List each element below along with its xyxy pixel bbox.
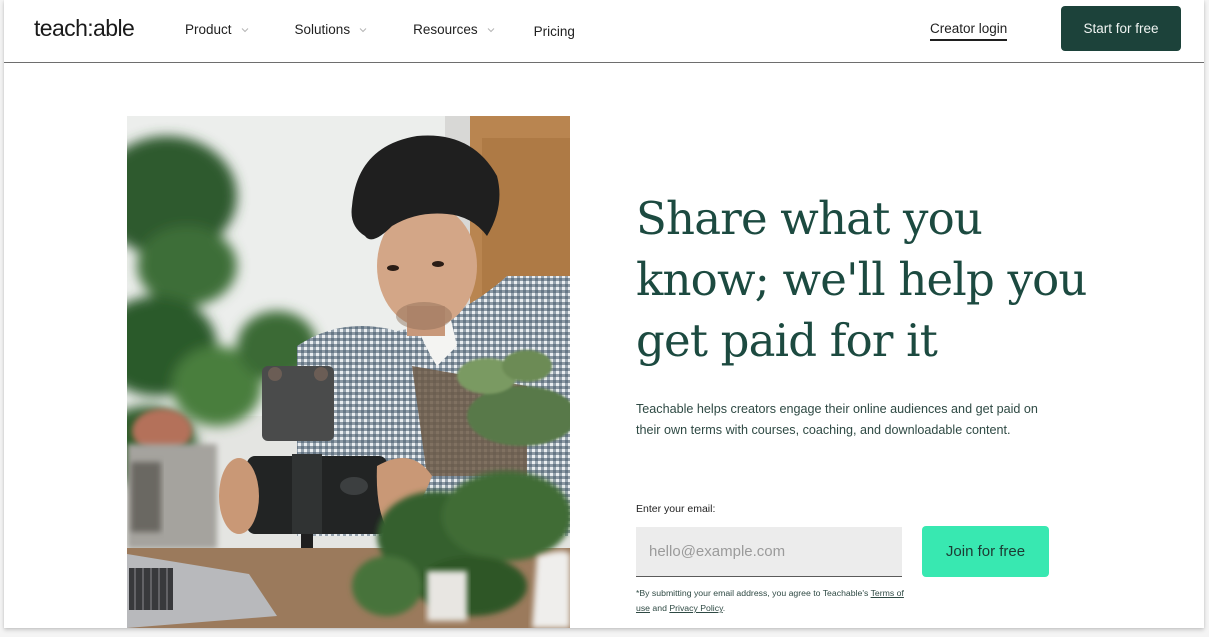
hero-photo-illustration [127, 116, 570, 628]
creator-login-link[interactable]: Creator login [930, 21, 1008, 41]
email-disclaimer: *By submitting your email address, you a… [636, 586, 906, 616]
nav-item-solutions[interactable]: Solutions [295, 22, 369, 37]
hero-subtext: Teachable helps creators engage their on… [636, 402, 1038, 437]
nav-item-label: Resources [413, 22, 478, 37]
main-nav: Product Solutions Resources Pricing [185, 22, 575, 39]
privacy-policy-link[interactable]: Privacy Policy [669, 603, 722, 613]
nav-item-label: Pricing [533, 24, 575, 39]
teachable-logo[interactable]: teach:able [34, 15, 135, 42]
chevron-down-icon [241, 27, 248, 32]
chevron-down-icon [487, 27, 494, 32]
disclaimer-suffix: . [722, 603, 726, 613]
nav-item-label: Solutions [294, 22, 351, 37]
email-input[interactable] [636, 527, 902, 577]
hero-headline: Share what you know; we'll help you get … [636, 192, 1087, 367]
nav-item-product[interactable]: Product [185, 22, 250, 37]
hero-photo [127, 116, 570, 628]
disclaimer-middle: and [650, 603, 670, 613]
disclaimer-prefix: *By submitting your email address, you a… [636, 588, 871, 598]
nav-item-label: Product [185, 22, 232, 37]
page-frame: teach:able Product Solutions Resources P… [4, 0, 1204, 628]
join-for-free-button[interactable]: Join for free [922, 526, 1049, 577]
start-for-free-button[interactable]: Start for free [1061, 6, 1181, 51]
nav-item-resources[interactable]: Resources [413, 22, 496, 37]
nav-item-pricing[interactable]: Pricing [534, 24, 575, 39]
site-header: teach:able Product Solutions Resources P… [4, 0, 1204, 63]
chevron-down-icon [359, 27, 367, 32]
email-label: Enter your email: [636, 503, 716, 515]
